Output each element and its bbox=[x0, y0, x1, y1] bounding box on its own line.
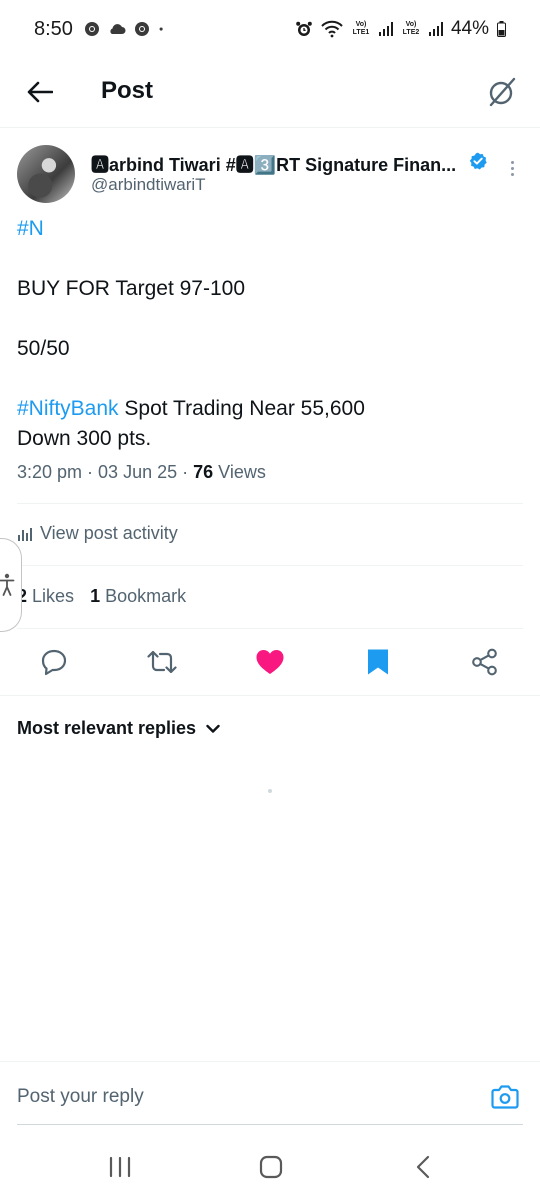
post-text-line: BUY FOR Target 97-100 bbox=[17, 277, 246, 300]
views-count: 76 bbox=[193, 462, 214, 482]
avatar[interactable] bbox=[17, 145, 75, 203]
home-icon bbox=[259, 1155, 283, 1179]
heart-filled-icon bbox=[256, 650, 284, 674]
like-button[interactable] bbox=[254, 646, 286, 678]
view-post-activity-label: View post activity bbox=[40, 523, 178, 543]
bookmarks-label: Bookmark bbox=[105, 586, 187, 606]
action-bar bbox=[0, 640, 540, 686]
wifi-icon bbox=[321, 20, 343, 38]
replies-sort-label: Most relevant replies bbox=[17, 718, 197, 738]
reply-icon bbox=[41, 649, 67, 676]
reply-composer bbox=[0, 1061, 540, 1125]
post-hashtag[interactable]: #N bbox=[17, 214, 44, 243]
arrow-left-icon bbox=[27, 81, 53, 103]
repost-button[interactable] bbox=[146, 646, 178, 678]
bookmark-filled-icon bbox=[368, 649, 388, 675]
bookmarks-count: 1 bbox=[90, 586, 101, 606]
reply-input-underline bbox=[17, 1124, 523, 1125]
grok-icon bbox=[489, 77, 516, 107]
camera-icon bbox=[491, 1085, 519, 1109]
post-date[interactable]: 03 Jun 25 bbox=[98, 462, 177, 482]
bookmarks-stat[interactable]: 1 Bookmark bbox=[90, 586, 186, 607]
signal-icon bbox=[428, 22, 443, 36]
system-nav-bar bbox=[0, 1140, 540, 1200]
app-header: Post bbox=[0, 60, 540, 128]
signal-icon bbox=[378, 22, 393, 36]
reply-button[interactable] bbox=[38, 646, 70, 678]
reply-input[interactable] bbox=[17, 1086, 437, 1108]
divider bbox=[0, 695, 540, 696]
chrome-icon bbox=[135, 22, 149, 36]
share-button[interactable] bbox=[469, 646, 501, 678]
bar-chart-icon bbox=[18, 527, 32, 541]
status-system-icons: Vo) LTE1 Vo) LTE2 44% bbox=[295, 18, 506, 40]
engagement-stats: 2 Likes 1 Bookmark bbox=[17, 586, 186, 607]
likes-label: Likes bbox=[32, 586, 75, 606]
post-text-line: Down 300 pts. bbox=[17, 427, 152, 450]
grok-button[interactable] bbox=[482, 72, 522, 112]
alarm-icon bbox=[296, 21, 312, 36]
post-text-fragment: Spot Trading Near 55,600 bbox=[118, 397, 365, 420]
sim2-label: Vo) LTE2 bbox=[402, 21, 420, 36]
accessibility-icon bbox=[0, 573, 15, 596]
status-bar: 8:50 Vo) LTE1 Vo) LTE2 44% bbox=[0, 0, 540, 60]
home-button[interactable] bbox=[251, 1152, 291, 1182]
cloud-icon bbox=[110, 24, 126, 34]
battery-icon bbox=[497, 21, 506, 37]
camera-button[interactable] bbox=[490, 1082, 520, 1112]
likes-stat[interactable]: 2 Likes bbox=[17, 586, 74, 607]
status-time: 8:50 bbox=[34, 18, 73, 40]
recent-apps-button[interactable] bbox=[100, 1152, 140, 1182]
repost-icon bbox=[147, 650, 177, 674]
chevron-left-icon bbox=[416, 1155, 430, 1179]
author-handle[interactable]: @arbindtiwariT bbox=[91, 175, 206, 195]
more-options-icon[interactable] bbox=[502, 156, 522, 180]
accessibility-tab[interactable] bbox=[0, 538, 22, 632]
divider bbox=[17, 628, 523, 629]
back-button[interactable] bbox=[22, 74, 58, 110]
post-meta: 3:20 pm · 03 Jun 25 · 76 Views bbox=[17, 462, 266, 482]
divider bbox=[17, 565, 523, 566]
chrome-icon bbox=[85, 22, 99, 36]
share-icon bbox=[472, 648, 497, 676]
verified-badge-icon bbox=[469, 152, 487, 170]
replies-sort-dropdown[interactable]: Most relevant replies bbox=[17, 718, 220, 739]
sim1-label: Vo) LTE1 bbox=[352, 21, 370, 36]
recent-apps-icon bbox=[109, 1156, 131, 1178]
status-notification-icons bbox=[84, 21, 168, 37]
bookmark-button[interactable] bbox=[362, 646, 394, 678]
post-text-line: #NiftyBank Spot Trading Near 55,600 bbox=[17, 394, 365, 423]
post-time[interactable]: 3:20 pm bbox=[17, 462, 82, 482]
view-post-activity[interactable]: View post activity bbox=[17, 523, 178, 544]
dot-icon bbox=[159, 27, 163, 31]
views-label: Views bbox=[218, 462, 266, 482]
chevron-down-icon bbox=[206, 724, 220, 733]
battery-percent: 44% bbox=[450, 18, 489, 39]
page-title: Post bbox=[101, 77, 154, 104]
post-hashtag[interactable]: #NiftyBank bbox=[17, 397, 119, 420]
author-name[interactable]: 🅰arbind Tiwari #🅰3️⃣RT Signature Finan..… bbox=[91, 151, 466, 177]
loading-indicator bbox=[268, 789, 272, 793]
post-text-line: 50/50 bbox=[17, 337, 70, 360]
divider bbox=[17, 503, 523, 504]
system-back-button[interactable] bbox=[403, 1152, 443, 1182]
